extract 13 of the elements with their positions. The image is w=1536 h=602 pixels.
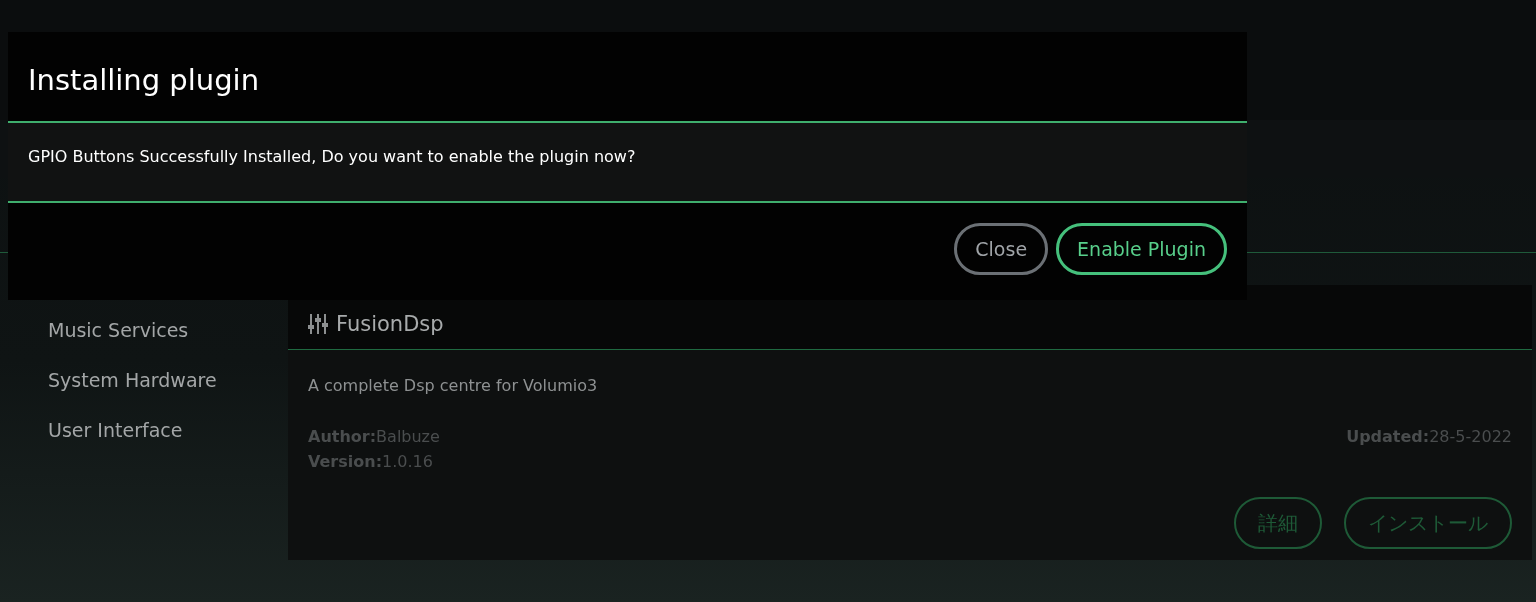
sidebar-item[interactable]: Music Services bbox=[48, 315, 288, 345]
plugin-description: A complete Dsp centre for Volumio3 bbox=[307, 375, 599, 395]
updated-text: Updated:28-5-2022 bbox=[1346, 427, 1512, 448]
plugin-name: FusionDsp bbox=[336, 312, 444, 336]
sidebar-item[interactable]: System Hardware bbox=[48, 365, 288, 395]
author-text: Author:Balbuze bbox=[308, 427, 440, 446]
version-text: Version:1.0.16 bbox=[308, 452, 434, 471]
sidebar-item[interactable]: User Interface bbox=[48, 415, 288, 445]
enable-button[interactable]: Enable Plugin bbox=[1056, 223, 1227, 275]
dialog-message: GPIO Buttons Successfully Installed, Do you want to enable the plugin now? bbox=[28, 147, 637, 166]
sliders-icon bbox=[308, 313, 328, 335]
dialog-title: Installing plugin bbox=[27, 61, 261, 99]
close-button[interactable]: Close bbox=[954, 223, 1049, 275]
